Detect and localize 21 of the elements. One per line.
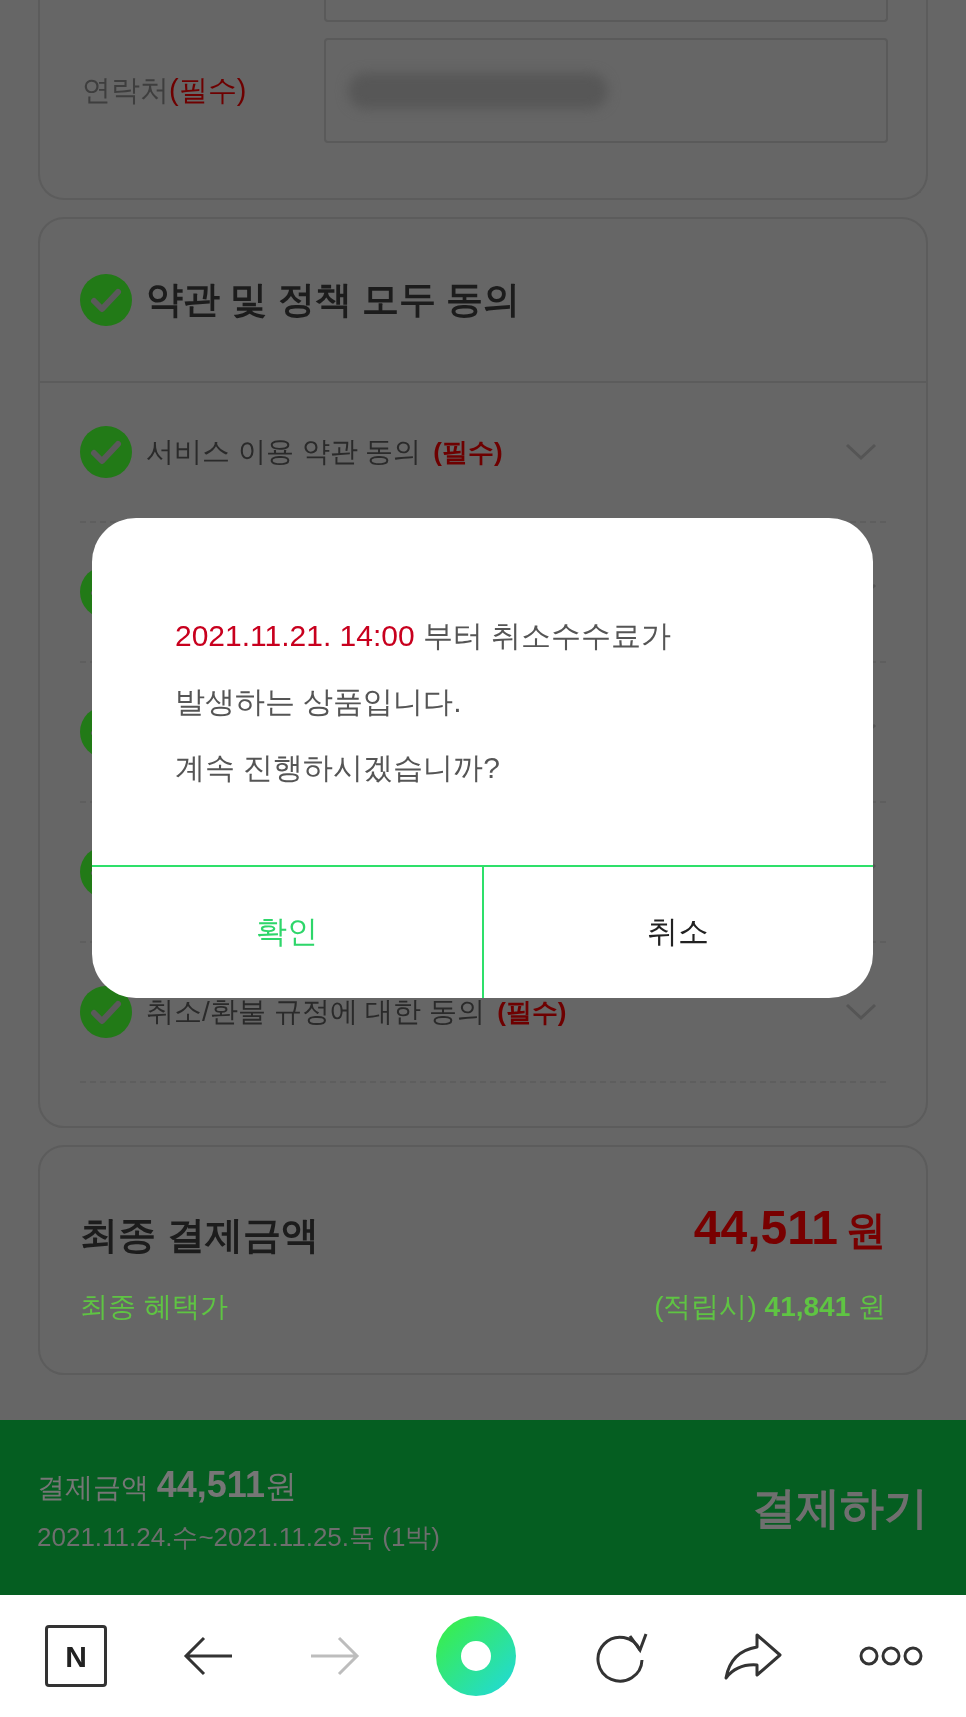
stay-dates: 2021.11.24.수~2021.11.25.목 (1박) — [37, 1521, 441, 1554]
back-arrow-icon[interactable] — [182, 1636, 235, 1676]
benefit-label: 최종 혜택가 — [80, 1290, 228, 1324]
required-mark: (필수) — [497, 995, 567, 1029]
benefit-price: (적립시) 41,841 원 — [654, 1290, 886, 1324]
more-icon[interactable] — [857, 1645, 924, 1667]
share-arrow-icon[interactable] — [722, 1631, 783, 1681]
dialog-message: 2021.11.21. 14:00 부터 취소수수료가 발생하는 상품입니다. 계속 진행하시겠습니까? — [175, 618, 672, 786]
final-price-title: 최종 결제금액 — [80, 1213, 319, 1258]
ring-logo-icon[interactable] — [436, 1616, 517, 1696]
required-mark: (필수) — [433, 435, 503, 469]
check-circle-icon[interactable] — [80, 986, 132, 1038]
cancel-button[interactable]: 취소 — [481, 867, 873, 998]
agreement-label: 취소/환불 규정에 대한 동의 — [146, 995, 486, 1029]
agreement-label: 서비스 이용 약관 동의 — [146, 435, 422, 469]
check-circle-icon[interactable] — [80, 426, 132, 478]
final-price-amount: 44,511 원 — [693, 1200, 886, 1256]
agree-all-label: 약관 및 정책 모두 동의 — [146, 278, 521, 323]
check-circle-icon[interactable] — [80, 274, 132, 326]
payment-amount: 결제금액 44,511원 — [37, 1463, 298, 1507]
naver-logo-button[interactable]: N — [45, 1625, 107, 1687]
